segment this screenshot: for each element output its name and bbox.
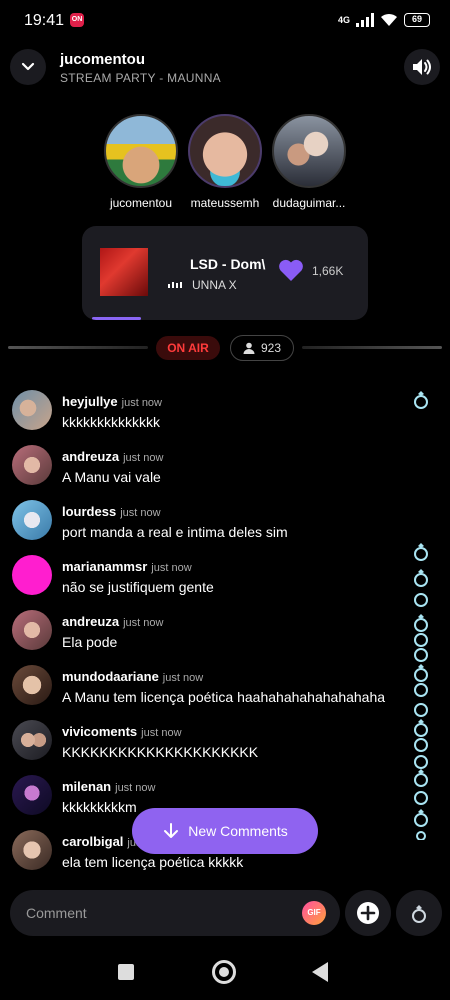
chat-text: port manda a real e intima deles sim [62, 524, 288, 540]
participant-name: dudaguimar... [272, 196, 346, 210]
chat-timestamp: just now [121, 397, 162, 409]
avatar [12, 555, 52, 595]
on-air-badge: ON AIR [156, 336, 220, 360]
heart-icon[interactable] [278, 259, 304, 282]
wifi-icon [381, 13, 397, 26]
chat-timestamp: just now [115, 782, 156, 794]
avatar [12, 830, 52, 870]
system-nav-bar [0, 950, 450, 1000]
chat-text: Ela pode [62, 634, 118, 650]
participants-row: jucomentou mateussemh dudaguimar... [100, 114, 350, 214]
chat-username[interactable]: heyjullye [62, 394, 118, 409]
chat-text: kkkkkkkkkm [62, 799, 137, 815]
chat-username[interactable]: lourdess [62, 504, 116, 519]
gif-button[interactable]: GIF [302, 901, 326, 925]
participant[interactable]: mateussemh [184, 114, 266, 210]
party-header: jucomentou STREAM PARTY - MAUNNA [0, 44, 450, 94]
comment-bar: GIF [10, 890, 340, 936]
chat-message: heyjullye just now kkkkkkkkkkkkkk [0, 380, 420, 435]
chat-username[interactable]: milenan [62, 779, 111, 794]
network-type: 4G [337, 15, 350, 25]
song-artist: UNNA X [192, 278, 237, 292]
avatar [104, 114, 178, 188]
avatar [272, 114, 346, 188]
song-title: LSD - Dom\ [190, 256, 266, 272]
status-time: 19:41 [24, 12, 65, 29]
status-bar: 19:41 ON 4G 69 [0, 0, 450, 42]
host-name: jucomentou [60, 51, 145, 68]
battery-icon: 69 [404, 13, 430, 27]
divider [302, 346, 442, 349]
comment-input[interactable] [26, 890, 286, 936]
status-icons: 4G 69 [338, 13, 430, 27]
chat-text: não se justifiquem gente [62, 579, 214, 595]
person-icon [243, 342, 255, 354]
now-playing-card[interactable]: LSD - Dom\ UNNA X 1,66K [82, 226, 368, 320]
recents-icon[interactable] [118, 964, 134, 980]
avatar [12, 665, 52, 705]
playback-progress [92, 317, 141, 320]
new-comments-label: New Comments [188, 823, 288, 839]
chevron-down-icon [21, 62, 35, 71]
chat-username[interactable]: vivicoments [62, 724, 137, 739]
participant-name: jucomentou [109, 196, 173, 210]
ring-reaction-stream [414, 543, 428, 840]
album-cover [100, 248, 148, 296]
chat-timestamp: just now [141, 727, 182, 739]
chat-message: marianammsr just now não se justifiquem g… [0, 545, 420, 600]
equalizer-icon [168, 282, 182, 288]
participant[interactable]: dudaguimar... [268, 114, 350, 210]
chat-username[interactable]: marianammsr [62, 559, 147, 574]
avatar [12, 720, 52, 760]
like-group: 1,66K [278, 259, 343, 282]
chat-text: ela tem licença poética kkkkk [62, 854, 244, 870]
chat-message: andreuza just now Ela pode [0, 600, 420, 655]
home-icon[interactable] [212, 960, 236, 984]
chat-username[interactable]: andreuza [62, 449, 119, 464]
chat-text: A Manu vai vale [62, 469, 161, 485]
new-comments-button[interactable]: New Comments [132, 808, 318, 854]
chat-username[interactable]: andreuza [62, 614, 119, 629]
participant[interactable]: jucomentou [100, 114, 182, 210]
speaker-icon [413, 59, 431, 75]
participant-name: mateussemh [190, 196, 260, 210]
ring-reaction-icon [414, 391, 428, 409]
add-button[interactable] [345, 890, 391, 936]
chat-text: KKKKKKKKKKKKKKKKKKKKK [62, 744, 259, 760]
minimize-button[interactable] [10, 49, 46, 85]
avatar [12, 500, 52, 540]
chat-timestamp: just now [123, 617, 164, 629]
chat-message: andreuza just now A Manu vai vale [0, 435, 420, 490]
chat-list[interactable]: heyjullye just now kkkkkkkkkkkkkk andreuz… [0, 380, 450, 880]
chat-timestamp: just now [123, 452, 164, 464]
ring-icon [412, 905, 426, 923]
avatar [12, 445, 52, 485]
chat-timestamp: just now [120, 507, 161, 519]
like-count: 1,66K [312, 263, 344, 278]
avatar [188, 114, 262, 188]
viewer-count: 923 [260, 341, 282, 355]
chat-message: vivicoments just now KKKKKKKKKKKKKKKKKKKK… [0, 710, 420, 765]
signal-icon [356, 13, 374, 27]
avatar [12, 775, 52, 815]
chat-message: mundodaariane just now A Manu tem licença… [0, 655, 420, 710]
app-notification-icon: ON [70, 13, 84, 27]
chat-text: A Manu tem licença poética haahahahahaha… [62, 689, 386, 705]
viewer-count-badge[interactable]: 923 [230, 335, 294, 361]
chat-username[interactable]: mundodaariane [62, 669, 159, 684]
volume-button[interactable] [404, 49, 440, 85]
avatar [12, 390, 52, 430]
chat-text: kkkkkkkkkkkkkk [62, 414, 160, 430]
party-title: STREAM PARTY - MAUNNA [60, 71, 221, 85]
chat-timestamp: just now [151, 562, 192, 574]
back-icon[interactable] [312, 962, 328, 982]
divider [8, 346, 148, 349]
plus-icon [357, 902, 379, 924]
chat-username[interactable]: carolbigal [62, 834, 123, 849]
chat-message: lourdess just now port manda a real e int… [0, 490, 420, 545]
send-ring-button[interactable] [396, 890, 442, 936]
avatar [12, 610, 52, 650]
chat-timestamp: just now [162, 672, 204, 684]
arrow-down-icon [164, 823, 179, 838]
